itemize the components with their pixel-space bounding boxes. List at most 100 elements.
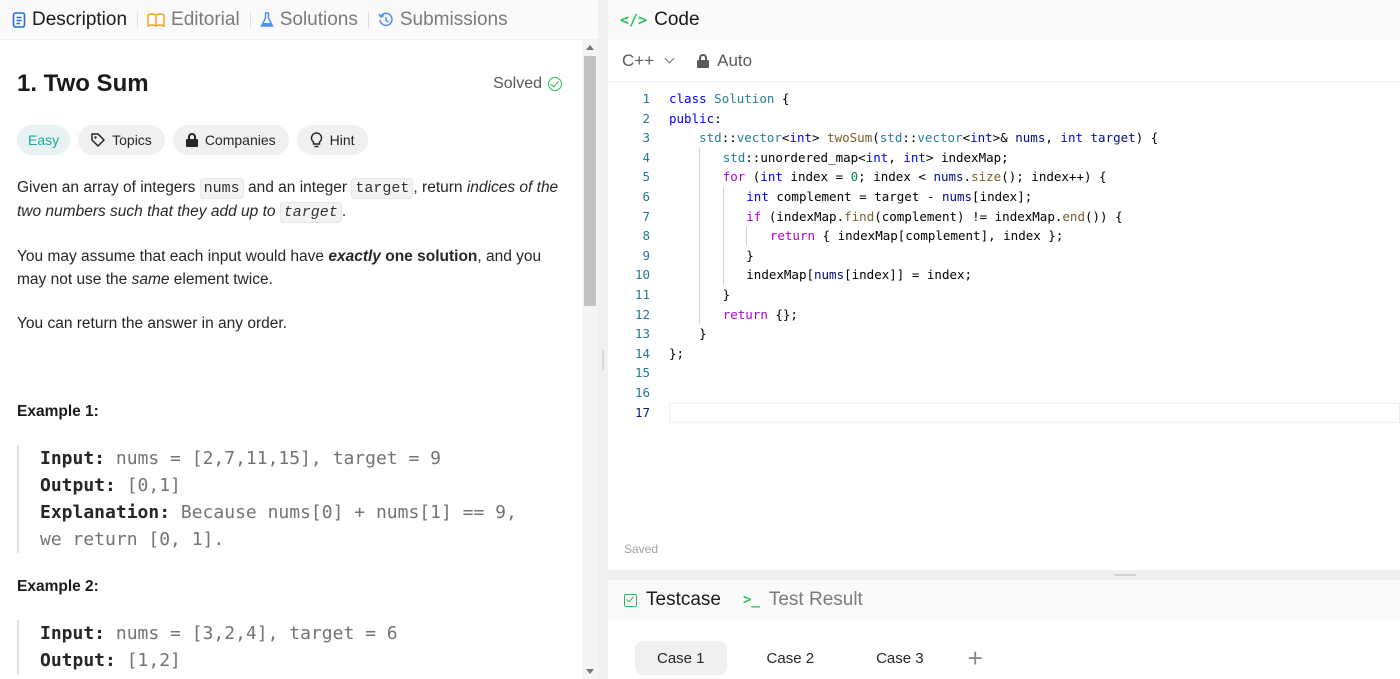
code-line: 13 } — [608, 324, 1400, 344]
code-editor[interactable]: 1 class Solution { 2 public: 3 std::vector… — [608, 89, 1400, 423]
tab-description[interactable]: Description — [12, 8, 139, 31]
solved-label: Solved — [493, 75, 542, 92]
topics-button[interactable]: Topics — [78, 125, 165, 155]
case-tab-3[interactable]: Case 3 — [854, 641, 946, 675]
problem-title[interactable]: 1. Two Sum — [17, 70, 149, 98]
tab-description-label: Description — [32, 8, 128, 30]
code-text: }; — [669, 345, 685, 361]
example-input: nums = [2,7,11,15], target = 9 — [105, 448, 441, 469]
line-number: 7 — [642, 208, 650, 224]
line-number: 1 — [642, 91, 650, 106]
description-paragraph-2: You may assume that each input would hav… — [17, 245, 567, 291]
chevron-down-icon — [664, 53, 675, 64]
description-panel: Description Editorial Solutions Submissi… — [0, 0, 598, 679]
input-label: Input: — [40, 448, 106, 469]
horizontal-resize-handle[interactable] — [608, 570, 1400, 580]
line-number: 11 — [634, 286, 650, 302]
grip-handle-icon[interactable] — [1114, 574, 1136, 576]
checkbox-icon — [624, 593, 637, 607]
tab-editorial-label: Editorial — [171, 8, 240, 30]
tab-solutions[interactable]: Solutions — [259, 9, 369, 31]
companies-button[interactable]: Companies — [172, 125, 289, 155]
code-text: public: — [669, 110, 722, 126]
solved-status: Solved — [493, 75, 562, 93]
code-line: 4 std::unordered_map<int, int> indexMap; — [608, 147, 1400, 168]
example-1-block: Input: nums = [2,7,11,15], target = 9 Ou… — [17, 445, 517, 553]
tab-submissions[interactable]: Submissions — [378, 9, 518, 31]
difficulty-label: Easy — [28, 132, 60, 148]
tab-test-result-label: Test Result — [768, 589, 863, 610]
vertical-resize-handle[interactable] — [602, 350, 604, 370]
current-line-highlight — [669, 403, 1400, 423]
hint-button[interactable]: Hint — [296, 125, 368, 155]
input-label: Input: — [40, 623, 106, 644]
example-1-heading: Example 1: — [17, 403, 99, 420]
editor-toolbar: C++ Auto — [608, 40, 1400, 82]
line-number: 2 — [642, 110, 650, 126]
inline-code-target: target — [279, 202, 342, 223]
tab-test-result[interactable]: >_ Test Result — [743, 589, 863, 611]
code-line: 7 if (indexMap.find(complement) != index… — [608, 206, 1400, 227]
tag-chips: Easy Topics Companies Hint — [17, 125, 368, 155]
line-number: 14 — [634, 345, 650, 361]
desc-text: and an integer — [243, 179, 352, 196]
problem-description: 1. Two Sum Solved Easy Topics Companies … — [0, 40, 582, 679]
code-text: std::vector<int> twoSum(std::vector<int>… — [699, 130, 1159, 146]
book-icon — [147, 12, 165, 27]
title-row: 1. Two Sum Solved — [17, 70, 562, 98]
companies-label: Companies — [204, 132, 276, 148]
tab-editorial[interactable]: Editorial — [147, 8, 251, 31]
case-tab-2[interactable]: Case 2 — [745, 641, 837, 675]
flask-icon — [259, 11, 274, 27]
line-number: 5 — [642, 169, 650, 185]
check-circle-icon — [548, 77, 562, 91]
code-line: 15 — [608, 363, 1400, 383]
desc-bold-italic: exactly — [328, 248, 381, 265]
scroll-thumb[interactable] — [584, 56, 596, 306]
code-text: int complement = target - nums[index]; — [650, 186, 1032, 207]
tab-submissions-label: Submissions — [399, 8, 508, 30]
terminal-icon: >_ — [742, 592, 760, 608]
description-paragraph-3: You can return the answer in any order. — [17, 315, 287, 332]
add-case-icon[interactable]: + — [968, 645, 983, 671]
line-number: 9 — [642, 247, 650, 263]
code-text: } — [650, 245, 754, 266]
case-tab-1[interactable]: Case 1 — [635, 641, 727, 675]
hint-label: Hint — [329, 132, 355, 148]
output-label: Output: — [40, 650, 116, 671]
desc-italic: same — [131, 271, 170, 288]
line-number: 6 — [642, 188, 650, 204]
line-number: 3 — [642, 130, 650, 146]
scroll-down-arrow-icon[interactable] — [586, 669, 594, 674]
code-text: class Solution { — [669, 91, 790, 106]
code-title: Code — [654, 9, 700, 30]
document-icon — [12, 11, 26, 28]
language-select[interactable]: C++ — [622, 51, 675, 71]
desc-text: . — [341, 203, 347, 220]
example-2-block: Input: nums = [3,2,4], target = 6 Output… — [17, 620, 398, 674]
description-scrollbar[interactable] — [582, 40, 598, 679]
auto-mode-toggle[interactable]: Auto — [697, 51, 752, 71]
topics-label: Topics — [112, 132, 152, 148]
lock-icon — [185, 132, 198, 147]
code-text: indexMap[nums[index]] = index; — [650, 265, 972, 285]
code-line: 16 — [608, 383, 1400, 403]
line-number: 13 — [634, 326, 650, 342]
code-line: 1 class Solution { — [608, 89, 1400, 109]
code-line: 5 for (int index = 0; index < nums.size(… — [608, 167, 1400, 187]
code-line: 9 } — [608, 245, 1400, 266]
code-text: for (int index = 0; index < nums.size();… — [650, 167, 1107, 187]
line-number: 17 — [634, 404, 650, 420]
example-explanation: we return [0, 1]. — [40, 529, 225, 550]
code-line: 3 std::vector<int> twoSum(std::vector<in… — [608, 128, 1400, 148]
output-label: Output: — [40, 475, 116, 496]
example-output: [0,1] — [115, 475, 181, 496]
example-input: nums = [3,2,4], target = 6 — [105, 623, 398, 644]
tab-testcase[interactable]: Testcase — [624, 589, 721, 611]
testcase-panel: Testcase >_ Test Result Case 1 Case 2 Ca… — [608, 580, 1400, 679]
scroll-up-arrow-icon[interactable] — [586, 45, 594, 50]
code-text: std::unordered_map<int, int> indexMap; — [650, 147, 1009, 168]
